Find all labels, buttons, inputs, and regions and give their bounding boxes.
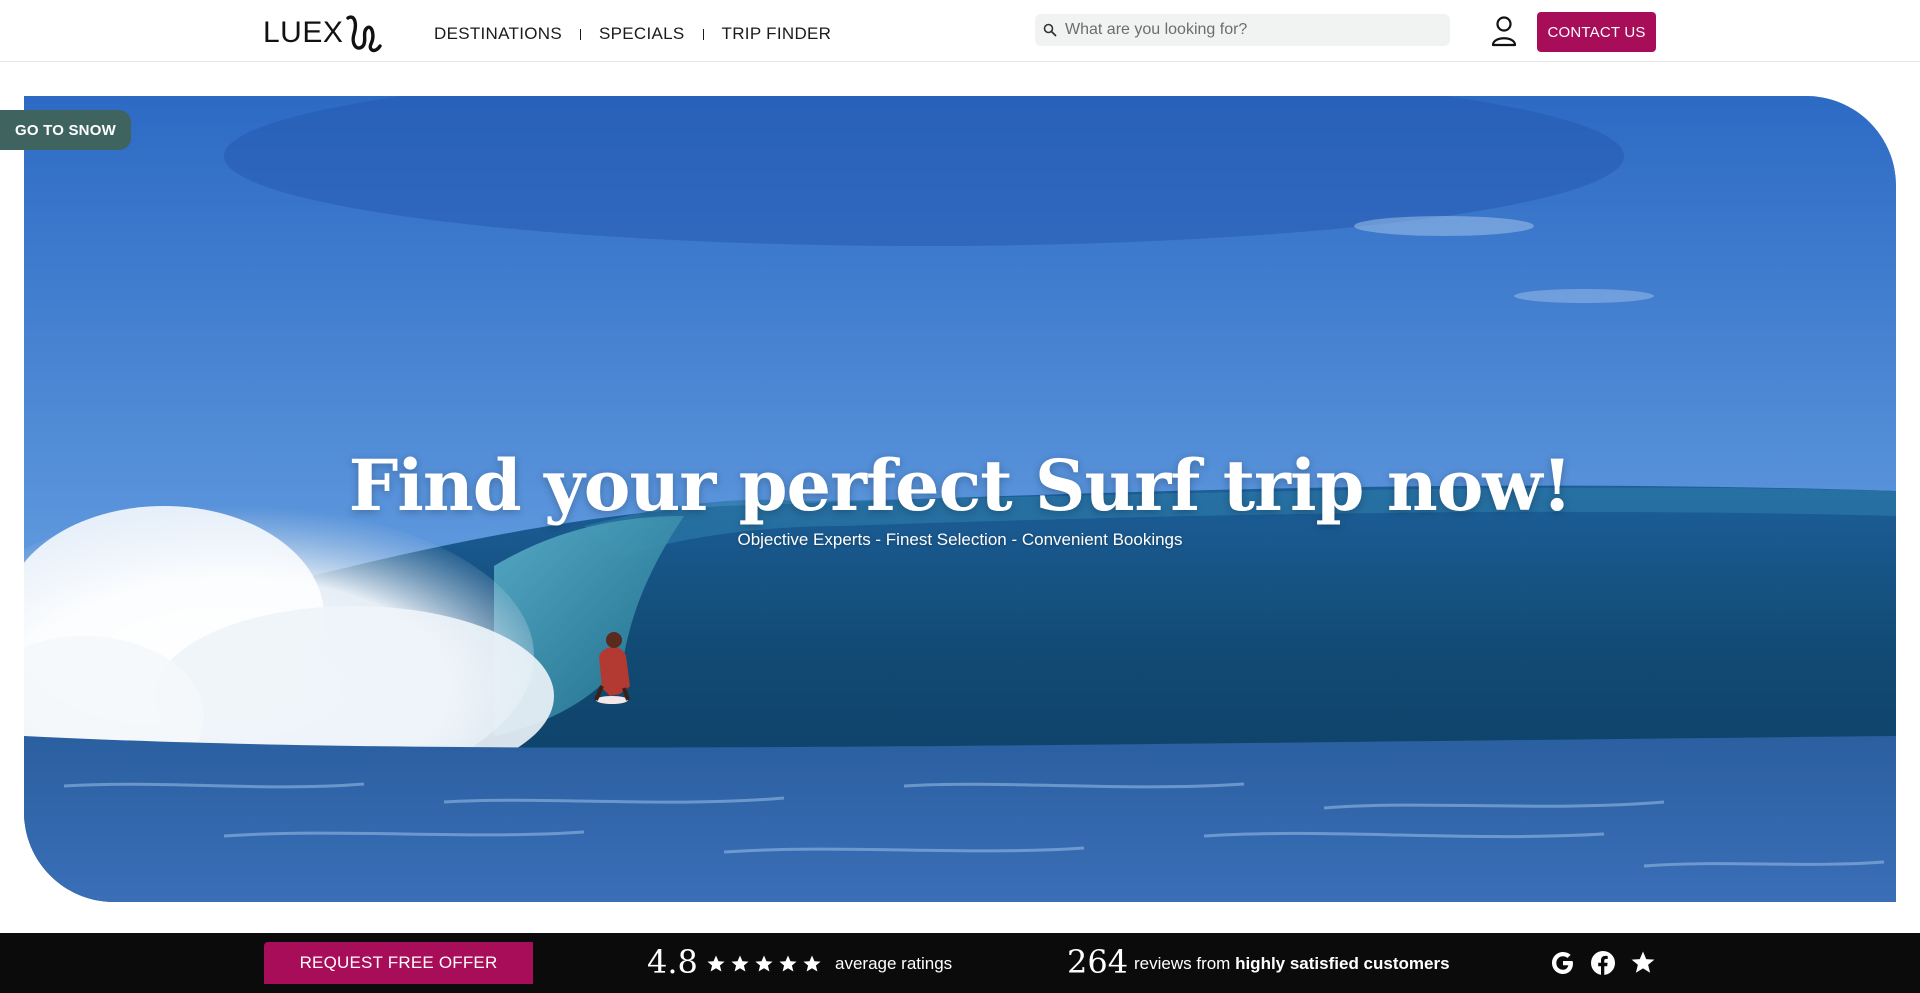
review-sources xyxy=(1550,950,1656,976)
user-account-icon[interactable] xyxy=(1490,15,1518,47)
request-free-offer-button[interactable]: REQUEST FREE OFFER xyxy=(264,942,533,984)
search-box[interactable] xyxy=(1035,14,1450,46)
reviews-count: 264 xyxy=(1067,943,1129,981)
logo[interactable]: LUEX xyxy=(263,12,383,54)
site-header: LUEX DESTINATIONS SPECIALS TRIP FINDER C… xyxy=(0,0,1920,62)
reviews-label-prefix: reviews from xyxy=(1134,954,1236,973)
contact-us-button[interactable]: CONTACT US xyxy=(1537,12,1656,52)
hero-title: Find your perfect Surf trip now! xyxy=(348,444,1573,527)
star-icon xyxy=(755,955,773,972)
nav-trip-finder[interactable]: TRIP FINDER xyxy=(722,24,832,44)
nav-divider xyxy=(579,28,581,40)
nav-destinations[interactable]: DESTINATIONS xyxy=(434,24,562,44)
search-icon xyxy=(1043,23,1057,37)
search-input[interactable] xyxy=(1065,21,1425,39)
reviews-label: reviews from highly satisfied customers xyxy=(1134,954,1450,974)
hero-subtitle: Objective Experts - Finest Selection - C… xyxy=(737,530,1183,549)
star-icon xyxy=(707,955,725,972)
google-icon[interactable] xyxy=(1550,950,1576,976)
average-rating-value: 4.8 xyxy=(647,943,698,981)
star-icon xyxy=(803,955,821,972)
go-to-snow-button[interactable]: GO TO SNOW xyxy=(0,110,131,150)
rating-stars xyxy=(706,954,822,974)
nav-specials[interactable]: SPECIALS xyxy=(599,24,685,44)
reviews-label-strong: highly satisfied customers xyxy=(1235,954,1450,973)
logo-wave-icon xyxy=(346,15,383,53)
average-rating-label: average ratings xyxy=(835,954,953,973)
facebook-icon[interactable] xyxy=(1590,950,1616,976)
star-icon[interactable] xyxy=(1630,950,1656,976)
logo-text: LUEX xyxy=(263,16,344,49)
rating-bar: REQUEST FREE OFFER 4.8 average ratings 2… xyxy=(0,933,1920,993)
nav-divider xyxy=(702,28,704,40)
star-icon xyxy=(731,955,749,972)
main-nav: DESTINATIONS SPECIALS TRIP FINDER xyxy=(434,24,831,44)
hero-banner: Find your perfect Surf trip now! Objecti… xyxy=(24,96,1896,902)
star-icon xyxy=(779,955,797,972)
